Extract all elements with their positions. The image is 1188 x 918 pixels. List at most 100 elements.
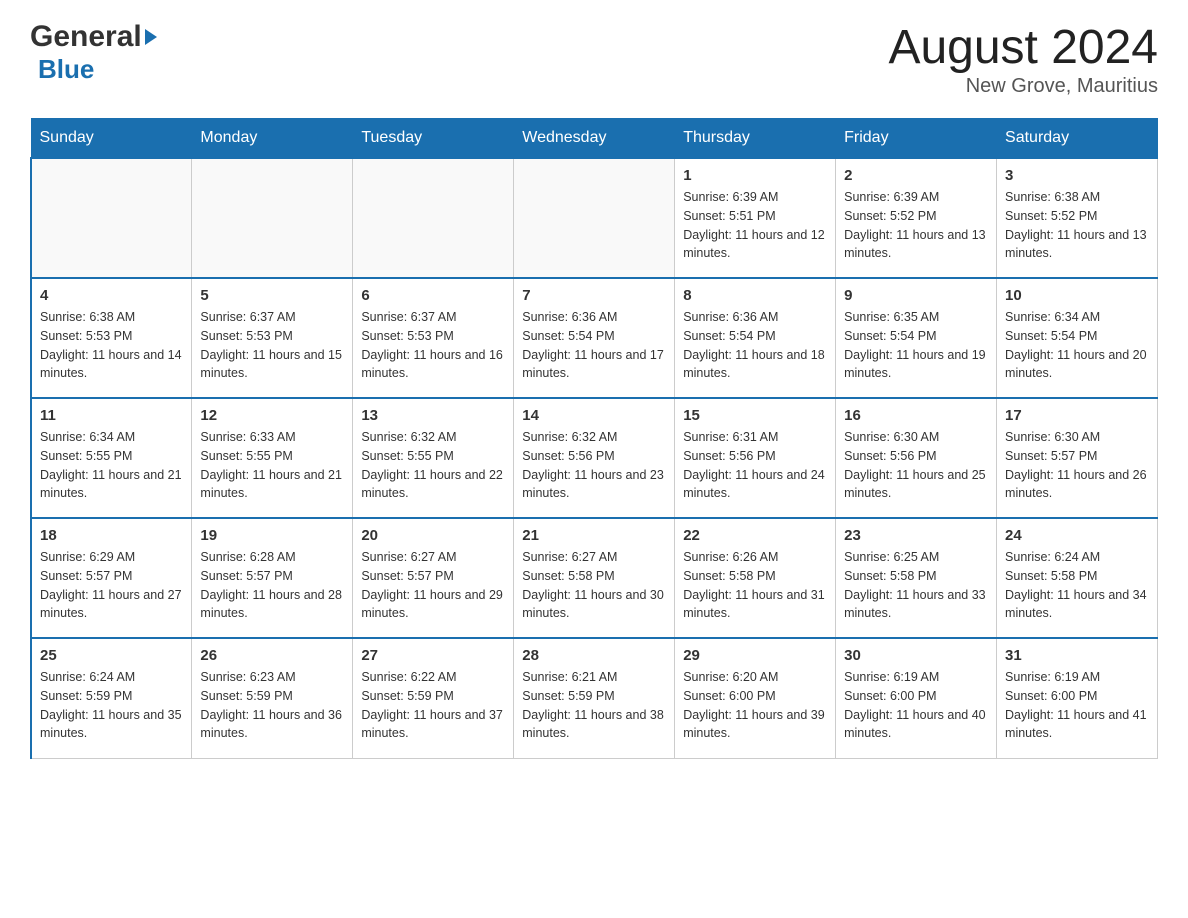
calendar-cell: 6 Sunrise: 6:37 AM Sunset: 5:53 PM Daylig… bbox=[353, 278, 514, 398]
calendar-cell: 12 Sunrise: 6:33 AM Sunset: 5:55 PM Dayli… bbox=[192, 398, 353, 518]
day-number: 4 bbox=[40, 287, 183, 304]
day-info: Sunrise: 6:34 AM Sunset: 5:55 PM Dayligh… bbox=[40, 428, 183, 503]
calendar-cell: 13Sunrise: 6:32 AM Sunset: 5:55 PM Dayli… bbox=[353, 398, 514, 518]
day-info: Sunrise: 6:19 AM Sunset: 6:00 PM Dayligh… bbox=[844, 668, 988, 743]
calendar-title: August 2024 bbox=[888, 20, 1158, 75]
day-info: Sunrise: 6:39 AM Sunset: 5:52 PM Dayligh… bbox=[844, 188, 988, 263]
day-number: 25 bbox=[40, 647, 183, 664]
day-info: Sunrise: 6:25 AM Sunset: 5:58 PM Dayligh… bbox=[844, 548, 988, 623]
day-number: 14 bbox=[522, 407, 666, 424]
header-day-thursday: Thursday bbox=[675, 119, 836, 159]
header-day-wednesday: Wednesday bbox=[514, 119, 675, 159]
day-number: 10 bbox=[1005, 287, 1149, 304]
calendar-cell: 18 Sunrise: 6:29 AM Sunset: 5:57 PM Dayli… bbox=[31, 518, 192, 638]
day-number: 2 bbox=[844, 167, 988, 184]
calendar-header: SundayMondayTuesdayWednesdayThursdayFrid… bbox=[31, 119, 1158, 159]
calendar-cell bbox=[353, 158, 514, 278]
day-number: 7 bbox=[522, 287, 666, 304]
day-info: Sunrise: 6:21 AM Sunset: 5:59 PM Dayligh… bbox=[522, 668, 666, 743]
day-info: Sunrise: 6:37 AM Sunset: 5:53 PM Dayligh… bbox=[361, 308, 505, 383]
calendar-cell: 27Sunrise: 6:22 AM Sunset: 5:59 PM Dayli… bbox=[353, 638, 514, 758]
week-row-3: 11Sunrise: 6:34 AM Sunset: 5:55 PM Dayli… bbox=[31, 398, 1158, 518]
day-number: 18 bbox=[40, 527, 183, 544]
header-day-monday: Monday bbox=[192, 119, 353, 159]
calendar-cell: 15 Sunrise: 6:31 AM Sunset: 5:56 PM Dayli… bbox=[675, 398, 836, 518]
day-info: Sunrise: 6:30 AM Sunset: 5:57 PM Dayligh… bbox=[1005, 428, 1149, 503]
day-info: Sunrise: 6:19 AM Sunset: 6:00 PM Dayligh… bbox=[1005, 668, 1149, 743]
calendar-cell: 24 Sunrise: 6:24 AM Sunset: 5:58 PM Dayli… bbox=[997, 518, 1158, 638]
day-number: 19 bbox=[200, 527, 344, 544]
calendar-cell: 8 Sunrise: 6:36 AM Sunset: 5:54 PM Daylig… bbox=[675, 278, 836, 398]
week-row-4: 18 Sunrise: 6:29 AM Sunset: 5:57 PM Dayli… bbox=[31, 518, 1158, 638]
calendar-cell bbox=[514, 158, 675, 278]
day-number: 6 bbox=[361, 287, 505, 304]
calendar-cell: 2 Sunrise: 6:39 AM Sunset: 5:52 PM Daylig… bbox=[836, 158, 997, 278]
day-number: 12 bbox=[200, 407, 344, 424]
header-row: SundayMondayTuesdayWednesdayThursdayFrid… bbox=[31, 119, 1158, 159]
day-info: Sunrise: 6:36 AM Sunset: 5:54 PM Dayligh… bbox=[522, 308, 666, 383]
day-info: Sunrise: 6:22 AM Sunset: 5:59 PM Dayligh… bbox=[361, 668, 505, 743]
day-info: Sunrise: 6:27 AM Sunset: 5:58 PM Dayligh… bbox=[522, 548, 666, 623]
day-number: 23 bbox=[844, 527, 988, 544]
calendar-cell bbox=[31, 158, 192, 278]
calendar-cell: 5Sunrise: 6:37 AM Sunset: 5:53 PM Daylig… bbox=[192, 278, 353, 398]
calendar-cell: 30 Sunrise: 6:19 AM Sunset: 6:00 PM Dayli… bbox=[836, 638, 997, 758]
day-info: Sunrise: 6:20 AM Sunset: 6:00 PM Dayligh… bbox=[683, 668, 827, 743]
day-info: Sunrise: 6:27 AM Sunset: 5:57 PM Dayligh… bbox=[361, 548, 505, 623]
day-number: 8 bbox=[683, 287, 827, 304]
calendar-cell: 23 Sunrise: 6:25 AM Sunset: 5:58 PM Dayli… bbox=[836, 518, 997, 638]
calendar-cell: 28 Sunrise: 6:21 AM Sunset: 5:59 PM Dayli… bbox=[514, 638, 675, 758]
day-info: Sunrise: 6:23 AM Sunset: 5:59 PM Dayligh… bbox=[200, 668, 344, 743]
day-number: 22 bbox=[683, 527, 827, 544]
day-number: 3 bbox=[1005, 167, 1149, 184]
logo-general-text: General bbox=[30, 20, 142, 54]
day-info: Sunrise: 6:38 AM Sunset: 5:53 PM Dayligh… bbox=[40, 308, 183, 383]
day-number: 31 bbox=[1005, 647, 1149, 664]
day-number: 15 bbox=[683, 407, 827, 424]
day-number: 21 bbox=[522, 527, 666, 544]
day-number: 17 bbox=[1005, 407, 1149, 424]
calendar-cell: 11Sunrise: 6:34 AM Sunset: 5:55 PM Dayli… bbox=[31, 398, 192, 518]
calendar-cell: 14 Sunrise: 6:32 AM Sunset: 5:56 PM Dayli… bbox=[514, 398, 675, 518]
header-day-saturday: Saturday bbox=[997, 119, 1158, 159]
calendar-body: 1 Sunrise: 6:39 AM Sunset: 5:51 PM Daylig… bbox=[31, 158, 1158, 758]
day-info: Sunrise: 6:29 AM Sunset: 5:57 PM Dayligh… bbox=[40, 548, 183, 623]
calendar-cell: 20 Sunrise: 6:27 AM Sunset: 5:57 PM Dayli… bbox=[353, 518, 514, 638]
calendar-cell: 3 Sunrise: 6:38 AM Sunset: 5:52 PM Daylig… bbox=[997, 158, 1158, 278]
day-number: 1 bbox=[683, 167, 827, 184]
day-number: 28 bbox=[522, 647, 666, 664]
header-day-friday: Friday bbox=[836, 119, 997, 159]
day-number: 20 bbox=[361, 527, 505, 544]
day-info: Sunrise: 6:38 AM Sunset: 5:52 PM Dayligh… bbox=[1005, 188, 1149, 263]
week-row-5: 25Sunrise: 6:24 AM Sunset: 5:59 PM Dayli… bbox=[31, 638, 1158, 758]
day-number: 5 bbox=[200, 287, 344, 304]
day-info: Sunrise: 6:34 AM Sunset: 5:54 PM Dayligh… bbox=[1005, 308, 1149, 383]
day-number: 26 bbox=[200, 647, 344, 664]
calendar-cell: 25Sunrise: 6:24 AM Sunset: 5:59 PM Dayli… bbox=[31, 638, 192, 758]
day-info: Sunrise: 6:28 AM Sunset: 5:57 PM Dayligh… bbox=[200, 548, 344, 623]
day-info: Sunrise: 6:31 AM Sunset: 5:56 PM Dayligh… bbox=[683, 428, 827, 503]
day-info: Sunrise: 6:36 AM Sunset: 5:54 PM Dayligh… bbox=[683, 308, 827, 383]
day-number: 24 bbox=[1005, 527, 1149, 544]
calendar-table: SundayMondayTuesdayWednesdayThursdayFrid… bbox=[30, 118, 1158, 759]
logo: General Blue bbox=[30, 20, 157, 85]
calendar-cell: 16Sunrise: 6:30 AM Sunset: 5:56 PM Dayli… bbox=[836, 398, 997, 518]
header-day-tuesday: Tuesday bbox=[353, 119, 514, 159]
day-info: Sunrise: 6:26 AM Sunset: 5:58 PM Dayligh… bbox=[683, 548, 827, 623]
calendar-cell: 19 Sunrise: 6:28 AM Sunset: 5:57 PM Dayli… bbox=[192, 518, 353, 638]
calendar-cell: 10 Sunrise: 6:34 AM Sunset: 5:54 PM Dayli… bbox=[997, 278, 1158, 398]
calendar-cell: 22 Sunrise: 6:26 AM Sunset: 5:58 PM Dayli… bbox=[675, 518, 836, 638]
logo-blue-text: Blue bbox=[38, 54, 94, 85]
calendar-cell: 21 Sunrise: 6:27 AM Sunset: 5:58 PM Dayli… bbox=[514, 518, 675, 638]
day-info: Sunrise: 6:32 AM Sunset: 5:55 PM Dayligh… bbox=[361, 428, 505, 503]
calendar-cell bbox=[192, 158, 353, 278]
day-number: 30 bbox=[844, 647, 988, 664]
day-info: Sunrise: 6:24 AM Sunset: 5:58 PM Dayligh… bbox=[1005, 548, 1149, 623]
calendar-cell: 31 Sunrise: 6:19 AM Sunset: 6:00 PM Dayli… bbox=[997, 638, 1158, 758]
day-info: Sunrise: 6:39 AM Sunset: 5:51 PM Dayligh… bbox=[683, 188, 827, 263]
calendar-cell: 4 Sunrise: 6:38 AM Sunset: 5:53 PM Daylig… bbox=[31, 278, 192, 398]
day-info: Sunrise: 6:32 AM Sunset: 5:56 PM Dayligh… bbox=[522, 428, 666, 503]
day-info: Sunrise: 6:33 AM Sunset: 5:55 PM Dayligh… bbox=[200, 428, 344, 503]
calendar-cell: 26 Sunrise: 6:23 AM Sunset: 5:59 PM Dayli… bbox=[192, 638, 353, 758]
day-number: 29 bbox=[683, 647, 827, 664]
